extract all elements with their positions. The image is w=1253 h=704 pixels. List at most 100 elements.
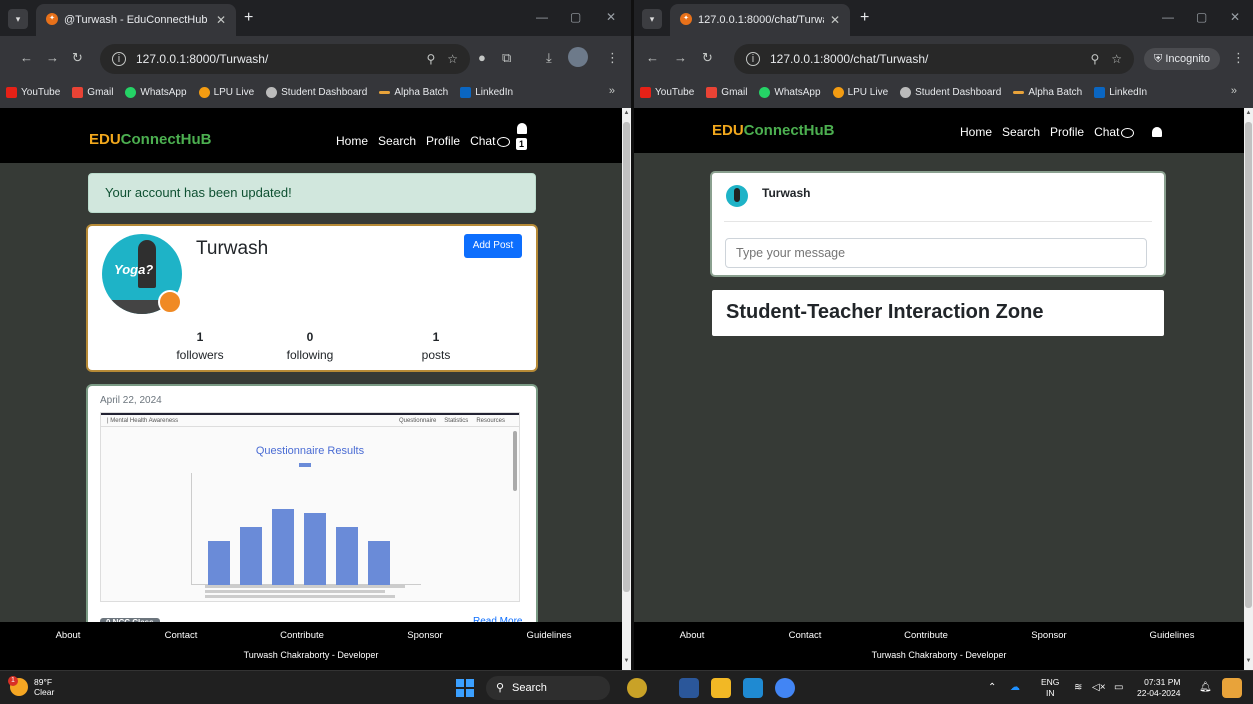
forward-icon[interactable]: → xyxy=(46,50,59,65)
scroll-down-icon[interactable]: ▼ xyxy=(622,658,631,668)
address-url[interactable]: 127.0.0.1:8000/chat/Turwash/ xyxy=(770,52,1078,66)
onedrive-icon[interactable]: ☁ xyxy=(1010,682,1020,693)
reload-icon[interactable]: ↻ xyxy=(72,50,83,66)
bookmark-gmail[interactable]: Gmail xyxy=(72,86,113,98)
browser-menu-icon[interactable]: ⋮ xyxy=(606,50,619,66)
battery-icon[interactable]: ▭ xyxy=(1114,682,1123,693)
bookmark-alpha-batch[interactable]: Alpha Batch xyxy=(1013,87,1082,98)
minimize-icon[interactable]: — xyxy=(1162,10,1174,24)
new-tab-icon[interactable]: + xyxy=(244,9,253,27)
footer-guidelines[interactable]: Guidelines xyxy=(1150,630,1195,641)
stat-followers[interactable]: 1 followers xyxy=(160,330,240,362)
close-window-icon[interactable]: ✕ xyxy=(606,10,616,24)
bookmark-linkedin[interactable]: LinkedIn xyxy=(1094,86,1147,98)
close-window-icon[interactable]: ✕ xyxy=(1230,10,1240,24)
maximize-icon[interactable]: ▢ xyxy=(1196,10,1207,24)
download-icon[interactable]: ⤓ xyxy=(546,50,552,66)
bookmark-star-icon[interactable]: ☆ xyxy=(447,52,458,66)
address-bar[interactable]: i 127.0.0.1:8000/chat/Turwash/ ⚲ ☆ xyxy=(734,44,1134,74)
extension-circle-icon[interactable]: ● xyxy=(478,50,486,65)
browser-tab[interactable]: ✦ @Turwash - EduConnectHub ✕ xyxy=(36,4,236,36)
post-image[interactable]: | Mental Health Awareness Questionnaire … xyxy=(100,412,520,602)
add-post-button[interactable]: Add Post xyxy=(464,234,522,258)
bookmark-star-icon[interactable]: ☆ xyxy=(1111,52,1122,66)
browser-menu-icon[interactable]: ⋮ xyxy=(1232,50,1245,66)
page-scrollbar[interactable]: ▲ ▼ xyxy=(1244,108,1253,670)
chrome-icon[interactable] xyxy=(775,678,795,698)
nav-search[interactable]: Search xyxy=(1002,125,1040,139)
scroll-thumb[interactable] xyxy=(623,122,630,592)
tab-close-icon[interactable]: ✕ xyxy=(830,13,840,27)
scroll-down-icon[interactable]: ▼ xyxy=(1244,658,1253,668)
nav-profile[interactable]: Profile xyxy=(426,134,460,148)
message-input[interactable] xyxy=(725,238,1147,268)
bookmark-youtube[interactable]: YouTube xyxy=(640,86,694,98)
nav-home[interactable]: Home xyxy=(960,125,992,139)
more-bookmarks-icon[interactable]: » xyxy=(1231,85,1237,97)
bookmark-student-dashboard[interactable]: Student Dashboard xyxy=(266,86,367,98)
site-info-icon[interactable]: i xyxy=(112,52,126,66)
tab-search-menu-icon[interactable]: ▾ xyxy=(8,9,28,29)
footer-about[interactable]: About xyxy=(56,630,81,641)
nav-chat[interactable]: Chat xyxy=(470,134,511,148)
vscode-icon[interactable] xyxy=(743,678,763,698)
footer-contact[interactable]: Contact xyxy=(789,630,822,641)
browser-tab[interactable]: ✦ 127.0.0.1:8000/chat/Turwash/ ✕ xyxy=(670,4,850,36)
stat-following[interactable]: 0 following xyxy=(270,330,350,362)
bookmark-gmail[interactable]: Gmail xyxy=(706,86,747,98)
weather-widget[interactable]: 1 89°F Clear xyxy=(8,676,54,697)
notification-center-icon[interactable]: 🔔︎ xyxy=(1199,682,1212,693)
footer-sponsor[interactable]: Sponsor xyxy=(407,630,442,641)
taskbar-search[interactable]: ⚲ Search xyxy=(486,676,610,700)
bookmark-youtube[interactable]: YouTube xyxy=(6,86,60,98)
nav-profile[interactable]: Profile xyxy=(1050,125,1084,139)
bookmark-student-dashboard[interactable]: Student Dashboard xyxy=(900,86,1001,98)
bookmark-lpu-live[interactable]: LPU Live xyxy=(198,86,254,98)
windows-start-icon[interactable] xyxy=(456,679,474,697)
back-icon[interactable]: ← xyxy=(646,50,659,65)
address-url[interactable]: 127.0.0.1:8000/Turwash/ xyxy=(136,52,414,66)
footer-contribute[interactable]: Contribute xyxy=(904,630,948,641)
footer-contribute[interactable]: Contribute xyxy=(280,630,324,641)
tab-close-icon[interactable]: ✕ xyxy=(216,13,226,27)
bookmark-whatsapp[interactable]: WhatsApp xyxy=(759,86,821,98)
bookmark-linkedin[interactable]: LinkedIn xyxy=(460,86,513,98)
stat-posts[interactable]: 1 posts xyxy=(396,330,476,362)
zoom-icon[interactable]: ⚲ xyxy=(426,52,435,66)
back-icon[interactable]: ← xyxy=(20,50,33,65)
widgets-app-icon[interactable] xyxy=(627,678,647,698)
new-tab-icon[interactable]: + xyxy=(860,9,869,27)
site-info-icon[interactable]: i xyxy=(746,52,760,66)
footer-about[interactable]: About xyxy=(680,630,705,641)
minimize-icon[interactable]: — xyxy=(536,10,548,24)
zoom-icon[interactable]: ⚲ xyxy=(1090,52,1099,66)
footer-contact[interactable]: Contact xyxy=(165,630,198,641)
show-hidden-icons-icon[interactable]: ⌃ xyxy=(988,682,996,693)
bookmark-whatsapp[interactable]: WhatsApp xyxy=(125,86,187,98)
file-explorer-icon[interactable] xyxy=(711,678,731,698)
bookmark-alpha-batch[interactable]: Alpha Batch xyxy=(379,87,448,98)
page-scrollbar[interactable]: ▲ ▼ xyxy=(622,108,631,670)
volume-icon[interactable]: ◁× xyxy=(1092,682,1106,693)
maximize-icon[interactable]: ▢ xyxy=(570,10,581,24)
nav-home[interactable]: Home xyxy=(336,134,368,148)
site-brand-logo[interactable]: EDUConnectHuB xyxy=(712,122,835,139)
scroll-up-icon[interactable]: ▲ xyxy=(622,110,631,120)
address-bar[interactable]: i 127.0.0.1:8000/Turwash/ ⚲ ☆ xyxy=(100,44,470,74)
forward-icon[interactable]: → xyxy=(674,50,687,65)
notification-bell-icon[interactable] xyxy=(517,123,527,134)
language-indicator[interactable]: ENG IN xyxy=(1041,677,1059,699)
incognito-indicator[interactable]: ⛨ Incognito xyxy=(1144,48,1220,70)
more-bookmarks-icon[interactable]: » xyxy=(609,85,615,97)
wifi-icon[interactable]: ≋ xyxy=(1074,682,1082,693)
tab-search-menu-icon[interactable]: ▾ xyxy=(642,9,662,29)
footer-guidelines[interactable]: Guidelines xyxy=(527,630,572,641)
extensions-icon[interactable]: ⧉ xyxy=(502,50,511,66)
task-view-icon[interactable] xyxy=(679,678,699,698)
profile-avatar-icon[interactable] xyxy=(568,47,588,67)
footer-sponsor[interactable]: Sponsor xyxy=(1031,630,1066,641)
nav-chat[interactable]: Chat xyxy=(1094,125,1135,139)
scroll-thumb[interactable] xyxy=(1245,122,1252,608)
scroll-up-icon[interactable]: ▲ xyxy=(1244,110,1253,120)
nav-search[interactable]: Search xyxy=(378,134,416,148)
